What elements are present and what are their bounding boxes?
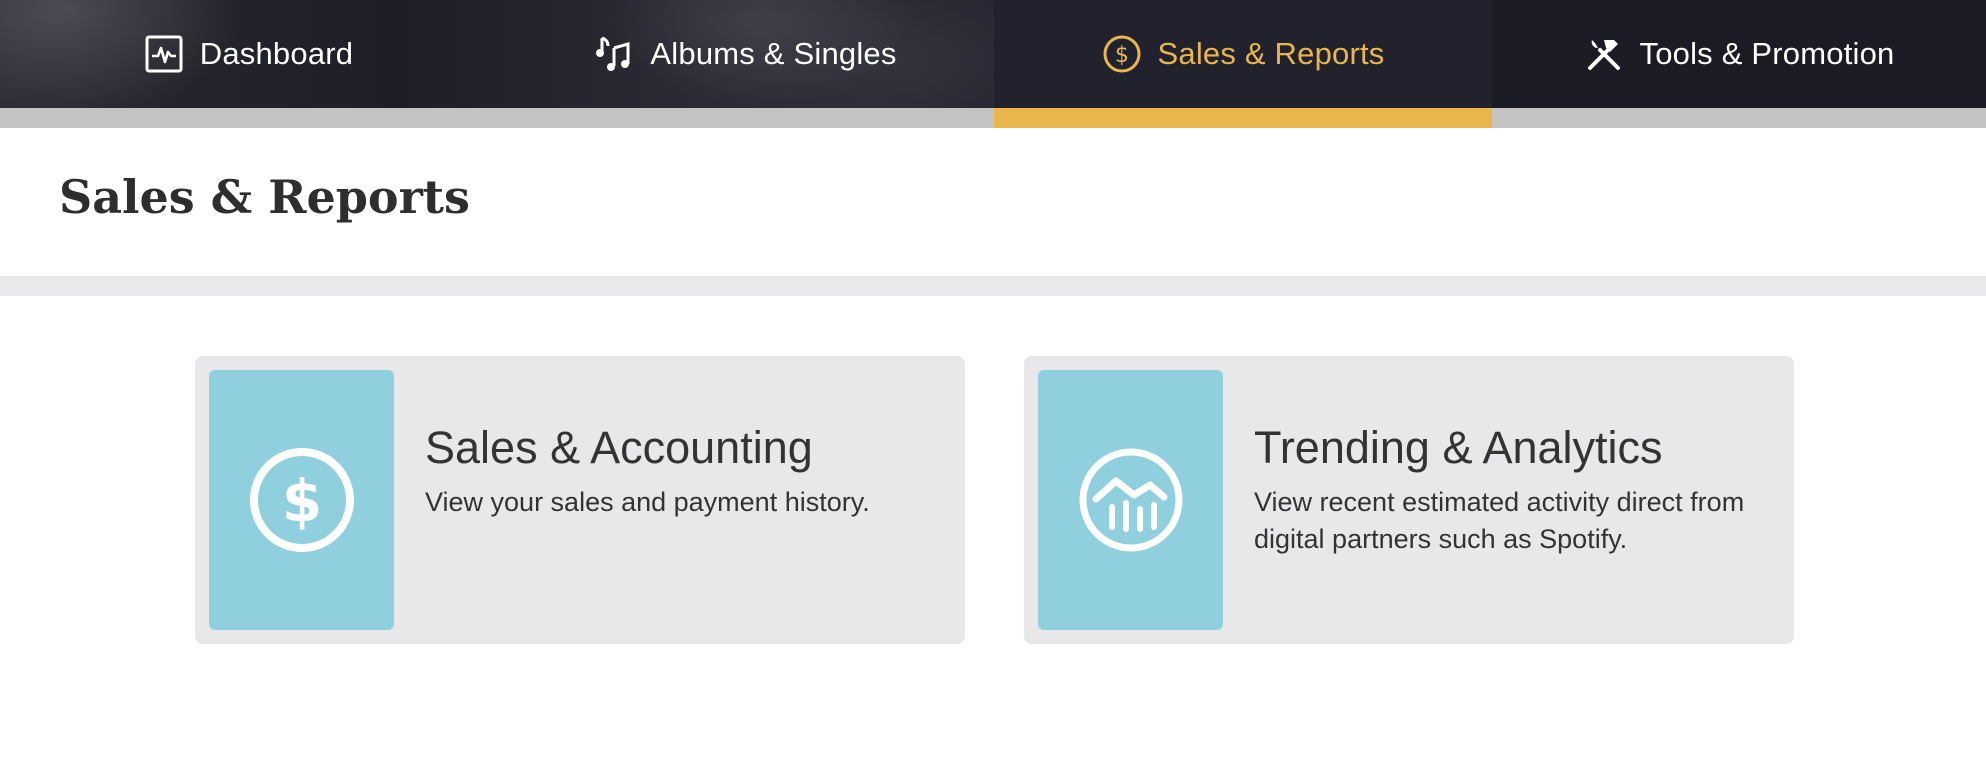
trending-chart-icon: [1079, 448, 1182, 552]
sales-accounting-title: Sales & Accounting: [425, 422, 813, 473]
trending-analytics-title: Trending & Analytics: [1254, 422, 1663, 473]
music-notes-icon: [596, 36, 630, 71]
sales-accounting-description: View your sales and payment history.: [425, 487, 870, 517]
tab-tools-promotion-label: Tools & Promotion: [1639, 36, 1895, 71]
dashboard-icon: [145, 35, 183, 73]
tab-tools-promotion-underline: [1492, 108, 1986, 128]
dollar-circle-icon: $: [1103, 35, 1140, 73]
dollar-circle-icon: $: [249, 448, 354, 552]
page-title: Sales & Reports: [59, 170, 470, 224]
trending-analytics-tile: [1038, 370, 1223, 630]
svg-text:$: $: [281, 467, 321, 535]
sales-accounting-tile: $: [209, 370, 394, 630]
top-navigation: Dashboard Albums & Singles $ Sales & Rep…: [0, 0, 1986, 128]
tab-dashboard-underline: [0, 108, 497, 128]
tools-icon: [1587, 40, 1620, 70]
tab-albums-singles-label: Albums & Singles: [650, 36, 897, 71]
tab-sales-reports-label: Sales & Reports: [1157, 36, 1385, 71]
tab-albums-singles-underline: [497, 108, 994, 128]
tab-tools-promotion[interactable]: Tools & Promotion: [1492, 0, 1986, 128]
header-divider: [0, 276, 1986, 296]
tab-albums-singles[interactable]: Albums & Singles: [497, 0, 994, 128]
tab-dashboard-label: Dashboard: [199, 36, 354, 71]
svg-text:$: $: [1114, 43, 1128, 68]
trending-analytics-description: View recent estimated activity direct fr…: [1254, 487, 1745, 554]
trending-analytics-card[interactable]: Trending & Analytics View recent estimat…: [1024, 356, 1794, 644]
tab-dashboard[interactable]: Dashboard: [0, 0, 497, 128]
tab-sales-reports[interactable]: $ Sales & Reports: [994, 0, 1492, 128]
sales-accounting-card[interactable]: $ Sales & Accounting View your sales and…: [195, 356, 965, 644]
page-header: Sales & Reports: [0, 128, 1986, 276]
tab-sales-reports-underline: [994, 108, 1492, 128]
